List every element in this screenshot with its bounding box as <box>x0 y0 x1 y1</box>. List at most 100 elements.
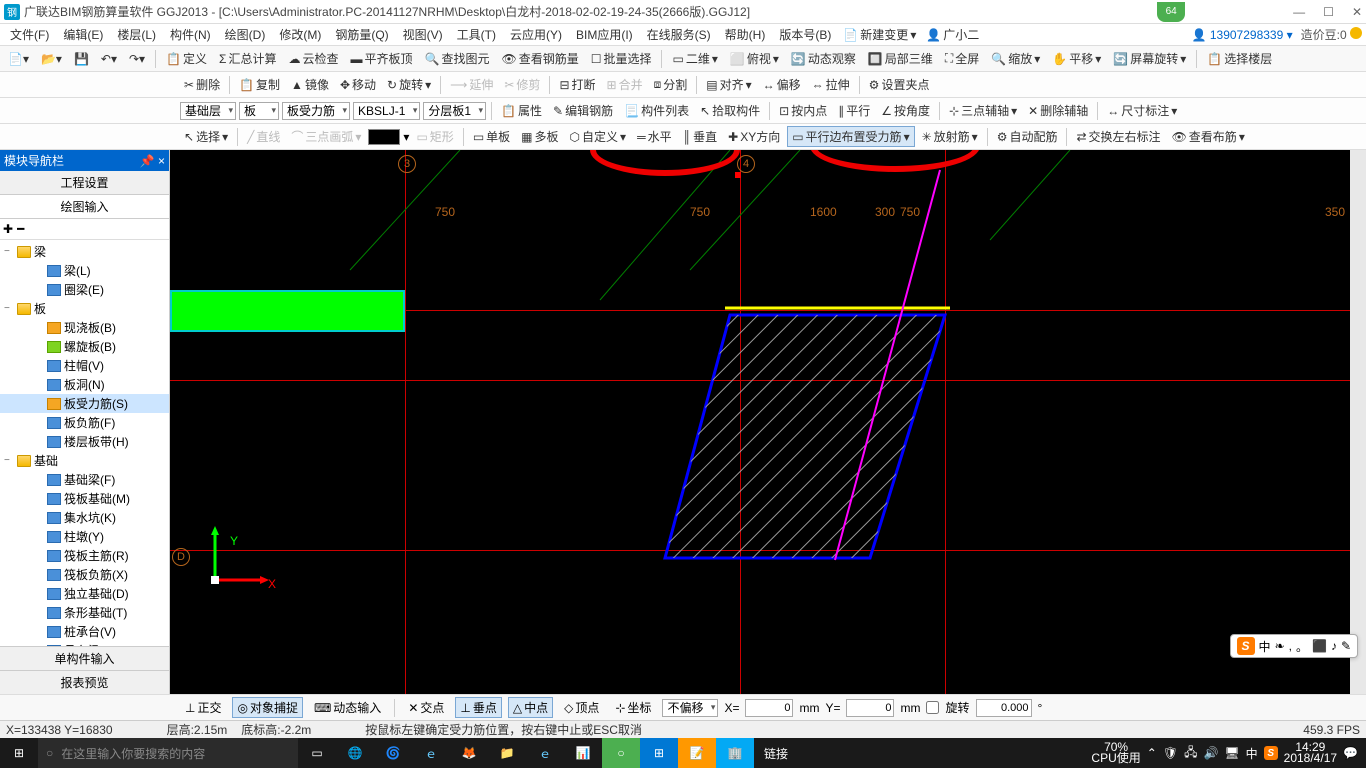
split-button[interactable]: ⧈分割 <box>650 75 692 94</box>
osnap-toggle[interactable]: ◎对象捕捉 <box>232 697 303 718</box>
offset-button[interactable]: ↔偏移 <box>759 75 805 94</box>
notification-button[interactable]: 💬 <box>1343 746 1358 760</box>
save-button[interactable]: 💾 <box>70 51 93 67</box>
dynamic-input-toggle[interactable]: ⌨动态输入 <box>309 697 386 718</box>
align-button[interactable]: ▤对齐▾ <box>702 75 755 94</box>
taskbar-link-text[interactable]: 链接 <box>764 745 788 762</box>
ime-char-pen[interactable]: ✎ <box>1341 639 1351 653</box>
tray-network-icon[interactable]: 🖧 <box>1184 743 1197 764</box>
set-point-button[interactable]: ⚙设置夹点 <box>865 75 934 94</box>
snap-perpendicular[interactable]: ⊥垂点 <box>455 697 501 718</box>
find-button[interactable]: 🔍查找图元 <box>420 49 493 68</box>
snap-midpoint[interactable]: △中点 <box>508 697 553 718</box>
task-view-button[interactable]: ▭ <box>298 738 336 768</box>
tree-item[interactable]: 独立基础(D) <box>0 584 169 603</box>
tree-item[interactable]: 板受力筋(S) <box>0 394 169 413</box>
ime-char-comma[interactable]: , <box>1289 639 1292 653</box>
ime-char-period[interactable]: 。 <box>1296 638 1308 655</box>
open-file-button[interactable]: 📂▾ <box>37 51 66 67</box>
tray-shield-icon[interactable]: 🛡 <box>1163 746 1178 760</box>
taskbar-app-11[interactable]: 🏢 <box>716 738 754 768</box>
move-button[interactable]: ✥移动 <box>336 75 380 94</box>
ime-char-zh[interactable]: 中 <box>1259 638 1271 655</box>
tray-ime-zh[interactable]: 中 <box>1246 745 1258 762</box>
tree-item[interactable]: 板负筋(F) <box>0 413 169 432</box>
snap-intersection[interactable]: ✕交点 <box>403 697 449 718</box>
edit-rebar-button[interactable]: ✎编辑钢筋 <box>549 101 617 120</box>
view-layout-button[interactable]: 👁查看布筋▾ <box>1168 127 1249 146</box>
sum-button[interactable]: Σ 汇总计算 <box>215 49 280 68</box>
tree-item[interactable]: −基础 <box>0 451 169 470</box>
zoom-button[interactable]: 🔍缩放▾ <box>987 49 1044 68</box>
vertical-button[interactable]: ║垂直 <box>679 127 722 146</box>
offset-dropdown[interactable]: 不偏移 <box>662 699 718 717</box>
menu-tool[interactable]: 工具(T) <box>451 24 502 45</box>
top-view-button[interactable]: ⬜俯视▾ <box>726 49 783 68</box>
tree-item[interactable]: 筏板负筋(X) <box>0 565 169 584</box>
panel-pin-icon[interactable]: 📌 × <box>140 154 165 168</box>
tree-item[interactable]: 螺旋板(B) <box>0 337 169 356</box>
tree-item[interactable]: 柱帽(V) <box>0 356 169 375</box>
snap-coord[interactable]: ⊹坐标 <box>610 697 656 718</box>
tree-item[interactable]: 筏板主筋(R) <box>0 546 169 565</box>
corner-button[interactable]: ∠按角度 <box>877 101 934 120</box>
undo-button[interactable]: ↶▾ <box>97 51 121 67</box>
taskbar-app-4[interactable]: 🦊 <box>450 738 488 768</box>
rotate-checkbox[interactable] <box>926 701 939 714</box>
tree-item[interactable]: 桩承台(V) <box>0 622 169 641</box>
menu-file[interactable]: 文件(F) <box>4 24 55 45</box>
member-tree[interactable]: −梁梁(L)圈梁(E)−板现浇板(B)螺旋板(B)柱帽(V)板洞(N)板受力筋(… <box>0 240 169 646</box>
minimize-button[interactable]: — <box>1293 5 1305 19</box>
menu-draw[interactable]: 绘图(D) <box>219 24 272 45</box>
taskbar-app-7[interactable]: 📊 <box>564 738 602 768</box>
tree-item[interactable]: 基础梁(F) <box>0 470 169 489</box>
ime-char-music[interactable]: ♪ <box>1331 639 1337 653</box>
menu-help[interactable]: 帮助(H) <box>719 24 772 45</box>
fullscreen-button[interactable]: ⛶全屏 <box>941 49 983 68</box>
menu-online[interactable]: 在线服务(S) <box>641 24 717 45</box>
cad-element-slab[interactable] <box>170 290 405 332</box>
tray-monitor-icon[interactable]: 🖥 <box>1224 746 1239 760</box>
tab-single-input[interactable]: 单构件输入 <box>0 646 169 670</box>
aux-3pt-button[interactable]: ⊹三点辅轴▾ <box>945 101 1021 120</box>
redo-button[interactable]: ↷▾ <box>125 51 149 67</box>
maximize-button[interactable]: ☐ <box>1323 5 1334 19</box>
tree-item[interactable]: 柱墩(Y) <box>0 527 169 546</box>
parallel-button[interactable]: ∥平行 <box>834 101 874 120</box>
multi-slab-button[interactable]: ▦多板 <box>517 127 562 146</box>
y-offset-input[interactable] <box>846 699 894 717</box>
drawing-canvas[interactable]: Y X 3 4 D 750 750 1600 300 750 350 <box>170 150 1350 694</box>
category-dropdown[interactable]: 板 <box>239 102 279 120</box>
ime-char-kb[interactable]: ⬛ <box>1312 639 1327 653</box>
taskbar-app-3[interactable]: ｅ <box>412 738 450 768</box>
tray-volume-icon[interactable]: 🔊 <box>1203 746 1218 760</box>
layer-dropdown[interactable]: 分层板1 <box>423 102 486 120</box>
close-button[interactable]: ✕ <box>1352 5 1362 19</box>
rotate-input[interactable] <box>976 699 1032 717</box>
view-rebar-button[interactable]: 👁查看钢筋量 <box>497 49 582 68</box>
agent-button[interactable]: 👤广小二 <box>922 25 983 44</box>
menu-cloud[interactable]: 云应用(Y) <box>504 24 568 45</box>
parallel-edge-button[interactable]: ▭平行边布置受力筋▾ <box>787 126 914 147</box>
menu-rebar[interactable]: 钢筋量(Q) <box>329 24 394 45</box>
tab-report-preview[interactable]: 报表预览 <box>0 670 169 694</box>
taskbar-app-5[interactable]: 📁 <box>488 738 526 768</box>
break-button[interactable]: ⊟打断 <box>555 75 599 94</box>
member-dropdown[interactable]: KBSLJ-1 <box>353 102 420 120</box>
tree-item[interactable]: 梁(L) <box>0 261 169 280</box>
tree-item[interactable]: −板 <box>0 299 169 318</box>
tab-draw-input[interactable]: 绘图输入 <box>0 195 169 219</box>
pan-button[interactable]: ✋平移▾ <box>1048 49 1105 68</box>
color-swatch[interactable] <box>368 129 400 145</box>
taskbar-app-9[interactable]: ⊞ <box>640 738 678 768</box>
property-button[interactable]: 📋属性 <box>497 101 546 120</box>
clock-date[interactable]: 2018/4/17 <box>1284 753 1337 764</box>
member-list-button[interactable]: 📃构件列表 <box>620 101 693 120</box>
stretch-button[interactable]: ⇔拉伸 <box>808 75 854 94</box>
collapse-icon[interactable]: ━ <box>17 222 24 236</box>
screen-rotate-button[interactable]: 🔄屏幕旋转▾ <box>1109 49 1190 68</box>
tray-sogou-icon[interactable]: S <box>1264 746 1278 760</box>
dimension-button[interactable]: ↔尺寸标注▾ <box>1103 101 1181 120</box>
new-file-button[interactable]: 📄▾ <box>4 51 33 67</box>
tree-item[interactable]: 条形基础(T) <box>0 603 169 622</box>
